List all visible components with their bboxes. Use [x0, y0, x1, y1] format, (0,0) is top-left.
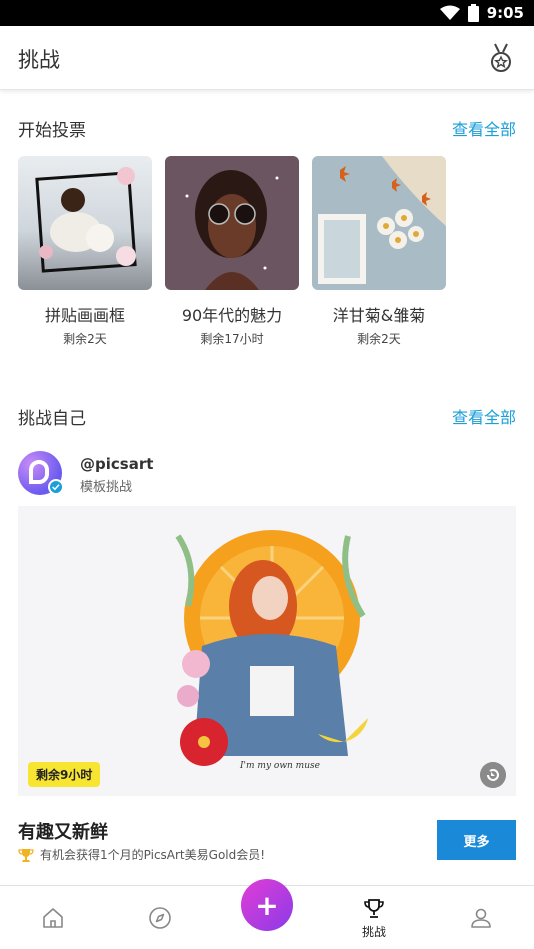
- hero-caption: I'm my own muse: [239, 761, 320, 771]
- profile-icon: [471, 908, 491, 928]
- page-title: 挑战: [18, 48, 60, 72]
- replay-icon[interactable]: [480, 762, 506, 788]
- nav-explore[interactable]: [130, 886, 190, 949]
- challenge-thumbnail: [18, 156, 152, 290]
- challenge-name: 90年代的魅力: [181, 306, 283, 325]
- challenge-thumbnail: [312, 156, 446, 290]
- create-button[interactable]: +: [241, 879, 293, 931]
- medal-icon[interactable]: [488, 42, 514, 74]
- challenge-card-chamomile-daisy[interactable]: 洋甘菊&雏菊 剩余2天: [312, 156, 446, 347]
- trophy-icon: [364, 898, 384, 918]
- app-bar: 挑战: [0, 26, 534, 90]
- nav-profile[interactable]: [451, 886, 511, 949]
- owner-username: @picsart: [80, 455, 154, 473]
- bottom-navigation: + 挑战: [0, 879, 534, 949]
- challenge-owner[interactable]: @picsart 模板挑战: [18, 451, 318, 497]
- challenge-hero-image[interactable]: I'm my own muse 剩余9小时: [18, 506, 516, 796]
- battery-icon: [467, 4, 479, 22]
- challenge-name: 拼贴画画框: [44, 306, 125, 325]
- nav-challenges-label: 挑战: [361, 924, 386, 939]
- status-time: 9:05: [486, 4, 524, 22]
- promo-title: 有趣又新鲜: [18, 822, 108, 843]
- challenge-thumbnail: [165, 156, 299, 290]
- challenge-remaining: 剩余17小时: [200, 332, 264, 346]
- status-bar: 9:05: [0, 0, 534, 26]
- challenge-card-90s-charm[interactable]: 90年代的魅力 剩余17小时: [165, 156, 299, 347]
- vote-section-title: 开始投票: [18, 121, 86, 141]
- promo-subtitle-row: 有机会获得1个月的PicsArt美易Gold会员!: [18, 846, 265, 863]
- more-button[interactable]: 更多: [437, 820, 516, 860]
- nav-challenges[interactable]: 挑战: [344, 886, 404, 949]
- challenge-remaining: 剩余2天: [63, 332, 107, 346]
- self-view-all-link[interactable]: 查看全部: [452, 404, 516, 428]
- challenge-remaining: 剩余2天: [357, 332, 401, 346]
- nav-home[interactable]: [23, 886, 83, 949]
- wifi-icon: [439, 5, 460, 20]
- verified-badge-icon: [48, 479, 64, 495]
- trophy-icon: [18, 848, 34, 862]
- home-icon: [43, 908, 63, 928]
- time-left-badge: 剩余9小时: [28, 762, 101, 787]
- vote-section-header: 开始投票 查看全部: [18, 116, 516, 142]
- self-section-title: 挑战自己: [18, 409, 86, 429]
- plus-icon: +: [255, 888, 279, 922]
- compass-icon: [149, 907, 171, 929]
- self-section-header: 挑战自己 查看全部: [18, 404, 516, 430]
- promo-subtitle: 有机会获得1个月的PicsArt美易Gold会员!: [40, 848, 266, 862]
- challenge-name: 洋甘菊&雏菊: [332, 306, 426, 325]
- challenge-card-collage-frame[interactable]: 拼贴画画框 剩余2天: [18, 156, 152, 347]
- owner-challenge-type: 模板挑战: [80, 480, 133, 495]
- vote-view-all-link[interactable]: 查看全部: [452, 116, 516, 140]
